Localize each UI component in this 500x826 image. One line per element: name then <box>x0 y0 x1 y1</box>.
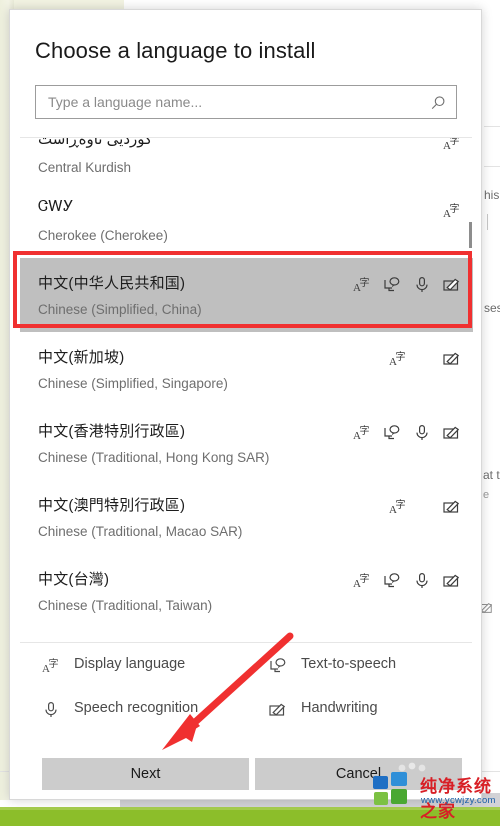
background-caret <box>487 214 488 230</box>
language-feature-icons: A字 <box>431 202 461 222</box>
display-language-icon: A字 <box>443 202 461 220</box>
language-list[interactable]: کوردیی ناوەڕاست Central Kurdish A 字 ᏣᎳᎩ Chero… <box>20 138 473 635</box>
language-english-name: Chinese (Simplified, Singapore) <box>38 376 228 391</box>
svg-text:字: 字 <box>450 138 460 147</box>
display-language-icon: A字 <box>443 138 461 152</box>
language-feature-icons: A字 <box>341 276 461 296</box>
svg-text:字: 字 <box>360 276 370 289</box>
language-feature-icons: A字 <box>431 138 461 154</box>
microphone-icon <box>413 424 431 442</box>
choose-language-dialog: Choose a language to install Type a lang… <box>9 9 482 800</box>
language-english-name: Chinese (Simplified, China) <box>38 302 202 317</box>
legend-display-language-label: Display language <box>74 656 186 672</box>
watermark-url: www.ycwjzy.com <box>421 795 496 806</box>
display-language-icon: A字 <box>353 276 371 294</box>
svg-text:字: 字 <box>450 202 460 215</box>
legend-divider <box>20 642 472 643</box>
handwriting-icon <box>443 424 461 442</box>
legend-text-to-speech-label: Text-to-speech <box>301 656 397 672</box>
background-text-fragment: at t <box>483 468 500 482</box>
handwriting-icon <box>443 572 461 590</box>
language-english-name: Cherokee (Cherokee) <box>38 228 168 243</box>
language-list-item[interactable]: کوردیی ناوەڕاست Central Kurdish A 字 <box>20 138 473 184</box>
text-to-speech-icon <box>383 572 401 590</box>
handwriting-icon <box>443 350 461 368</box>
display-language-icon: A字 <box>389 498 407 516</box>
language-native-name: 中文(新加坡) <box>38 349 125 366</box>
language-feature-icons: A字 <box>341 424 461 444</box>
language-list-item[interactable]: 中文(台灣) Chinese (Traditional, Taiwan) A 字 <box>20 554 473 628</box>
search-icon[interactable] <box>430 95 446 111</box>
text-to-speech-icon <box>383 276 401 294</box>
text-to-speech-icon <box>269 657 287 675</box>
handwriting-icon <box>443 498 461 516</box>
language-list-item[interactable]: 中文(澳門特別行政區) Chinese (Traditional, Macao S… <box>20 480 473 554</box>
language-feature-icons: A字 <box>377 498 461 518</box>
language-native-name: کوردیی ناوەڕاست <box>38 138 153 148</box>
svg-text:字: 字 <box>396 350 406 363</box>
display-language-icon: A字 <box>353 572 371 590</box>
display-language-icon: A 字 <box>42 657 60 675</box>
background-text-fragment: e <box>483 489 490 501</box>
handwriting-icon <box>443 276 461 294</box>
language-list-item[interactable]: 中文(新加坡) Chinese (Simplified, Singapore) A 字 <box>20 332 473 406</box>
svg-text:字: 字 <box>396 498 406 511</box>
language-english-name: Central Kurdish <box>38 160 132 175</box>
language-english-name: Chinese (Traditional, Taiwan) <box>38 598 213 613</box>
background-text-fragment: his <box>484 188 500 202</box>
language-search-box[interactable]: Type a language name... <box>35 85 457 119</box>
language-english-name: Chinese (Traditional, Hong Kong SAR) <box>38 450 270 465</box>
language-list-item[interactable]: ᏣᎳᎩ Cherokee (Cherokee) A 字 <box>20 184 473 258</box>
language-list-item[interactable]: 中文(香港特別行政區) Chinese (Traditional, Hong Ko… <box>20 406 473 480</box>
svg-text:字: 字 <box>360 424 370 437</box>
language-list-item[interactable]: 中文(中华人民共和国) Chinese (Simplified, China) A 字 <box>20 258 473 332</box>
watermark-logo-icon <box>373 772 407 805</box>
legend-handwriting-label: Handwriting <box>301 700 378 716</box>
language-native-name: 中文(中华人民共和国) <box>38 275 186 292</box>
language-feature-icons: A字 <box>377 350 461 370</box>
language-feature-icons: A字 <box>341 572 461 592</box>
background-divider <box>484 126 500 127</box>
background-text-fragment: ses <box>484 301 500 315</box>
language-native-name: 中文(香港特別行政區) <box>38 423 186 440</box>
display-language-icon: A字 <box>353 424 371 442</box>
display-language-icon: A字 <box>389 350 407 368</box>
microphone-icon <box>42 701 60 719</box>
text-to-speech-icon <box>383 424 401 442</box>
language-english-name: Chinese (Traditional, Macao SAR) <box>38 524 243 539</box>
handwriting-icon <box>269 701 287 719</box>
svg-text:字: 字 <box>360 572 370 585</box>
dialog-title: Choose a language to install <box>35 38 316 63</box>
language-native-name: ᏣᎳᎩ <box>38 198 74 215</box>
language-native-name: 中文(台灣) <box>38 571 110 588</box>
svg-text:字: 字 <box>49 657 59 670</box>
microphone-icon <box>413 572 431 590</box>
feature-legend: A 字 Display language Text-to-speech Spee… <box>20 650 472 728</box>
watermark: 纯净系统之家 www.ycwjzy.com <box>371 768 500 822</box>
background-divider <box>484 166 500 167</box>
next-button[interactable]: Next <box>42 758 249 790</box>
language-native-name: 中文(澳門特別行政區) <box>38 497 186 514</box>
microphone-icon <box>413 276 431 294</box>
search-placeholder: Type a language name... <box>48 94 203 110</box>
legend-speech-recognition-label: Speech recognition <box>74 700 199 716</box>
